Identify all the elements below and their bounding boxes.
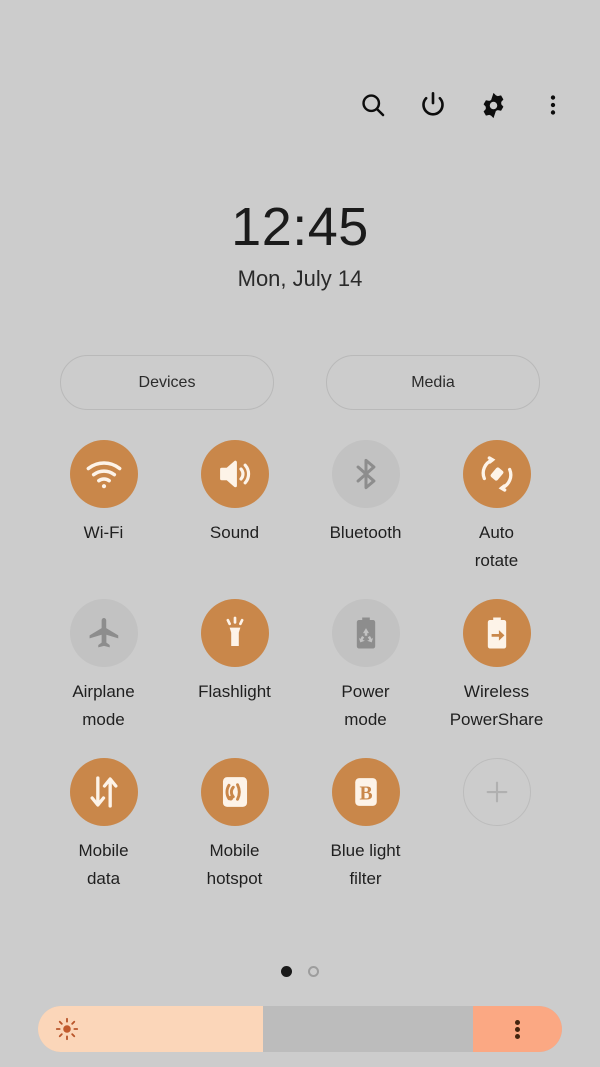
quick-toggle-blue-light-filter[interactable]: B Blue light filter (300, 758, 431, 893)
sun-icon (52, 1014, 82, 1044)
quick-toggle-label: Sound (209, 523, 260, 542)
more-options-button[interactable] (536, 88, 570, 122)
power-button[interactable] (416, 88, 450, 122)
quick-toggle-airplane-mode[interactable]: Airplane mode (38, 599, 169, 734)
devices-button[interactable]: Devices (60, 355, 274, 410)
quick-toggle-label: Power mode (341, 682, 390, 729)
quick-toggle-mobile-hotspot[interactable]: Mobile hotspot (169, 758, 300, 893)
quick-toggle-wifi[interactable]: Wi-Fi (38, 440, 169, 575)
settings-button[interactable] (476, 88, 510, 122)
brightness-slider[interactable] (38, 1006, 562, 1052)
search-icon (359, 91, 387, 119)
data-arrows-icon (69, 758, 138, 826)
power-icon (418, 90, 448, 120)
quick-toggle-label: Airplane mode (72, 682, 135, 729)
quick-toggle-wireless-powershare[interactable]: Wireless PowerShare (431, 599, 562, 734)
clock-time: 12:45 (231, 197, 369, 257)
quick-settings-grid: Wi-Fi Sound Bluetooth Auto rotate Airplan… (38, 440, 562, 893)
quick-toggle-sound[interactable]: Sound (169, 440, 300, 575)
auto-rotate-icon (462, 440, 531, 508)
quick-toggle-label: Mobile hotspot (206, 841, 263, 888)
battery-recycle-icon (331, 599, 400, 667)
quick-toggle-label: Flashlight (198, 682, 271, 701)
clock-date: Mon, July 14 (237, 266, 363, 291)
page-dot-1[interactable] (281, 966, 292, 977)
wifi-icon (69, 440, 138, 508)
quick-toggle-label: Auto rotate (474, 523, 519, 570)
quick-toggle-label: Wireless PowerShare (449, 682, 544, 729)
page-dot-2[interactable] (308, 966, 319, 977)
quick-toggle-flashlight[interactable]: Flashlight (169, 599, 300, 734)
quick-toggle-power-mode[interactable]: Power mode (300, 599, 431, 734)
panel-shortcut-row: Devices Media (0, 355, 600, 410)
clock-widget[interactable]: 12:45 Mon, July 14 (0, 196, 600, 292)
overflow-menu-icon (540, 92, 566, 118)
hotspot-icon (200, 758, 269, 826)
gear-icon (479, 91, 508, 120)
top-action-bar (356, 88, 570, 122)
quick-toggle-auto-rotate[interactable]: Auto rotate (431, 440, 562, 575)
page-indicator (0, 966, 600, 977)
quick-toggle-mobile-data[interactable]: Mobile data (38, 758, 169, 893)
quick-toggle-label: Bluetooth (329, 523, 402, 542)
overflow-menu-icon (514, 1018, 520, 1041)
bluetooth-icon (331, 440, 400, 508)
quick-toggle-label: Blue light filter (330, 841, 401, 888)
blue-light-b-icon: B (331, 758, 400, 826)
brightness-options-button[interactable] (472, 1006, 562, 1052)
airplane-icon (69, 599, 138, 667)
quick-toggle-bluetooth[interactable]: Bluetooth (300, 440, 431, 575)
svg-text:B: B (359, 783, 372, 804)
quick-toggle-add-button[interactable] (431, 758, 562, 893)
search-button[interactable] (356, 88, 390, 122)
flashlight-icon (200, 599, 269, 667)
quick-toggle-label: Mobile data (78, 841, 129, 888)
battery-arrow-icon (462, 599, 531, 667)
media-button[interactable]: Media (326, 355, 540, 410)
sound-icon (200, 440, 269, 508)
plus-icon (462, 758, 531, 826)
quick-toggle-label: Wi-Fi (83, 523, 124, 542)
